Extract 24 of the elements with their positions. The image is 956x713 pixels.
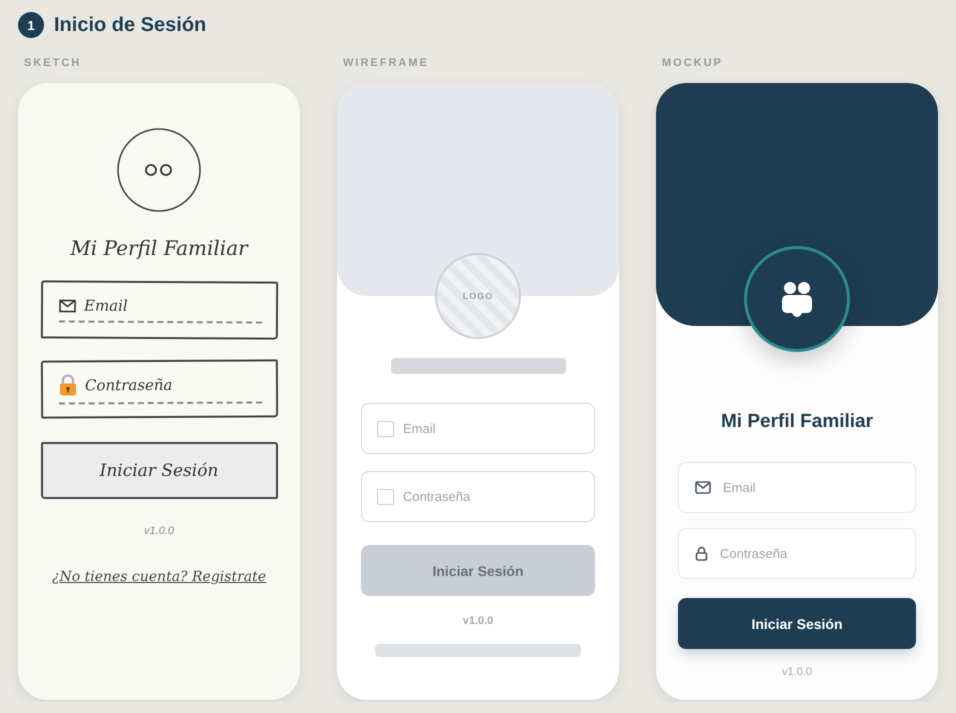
section-title: Inicio de Sesión [54,14,206,36]
column-label: SKETCH [24,57,82,71]
app-title: Mi Perfil Familiar [720,411,874,433]
lock-icon [58,374,77,397]
app-title: Mi Perfil Familiar [70,236,248,260]
register-link[interactable]: ¿No tienes cuenta? Registrate [52,569,266,585]
version-text: v1.0.0 [462,615,494,627]
envelope-icon [695,481,711,494]
square-icon [377,488,394,504]
step-number: 1 [18,12,44,38]
square-icon [377,420,394,436]
email-field[interactable]: Email [40,280,278,340]
lock-icon [695,546,708,561]
login-button[interactable]: Iniciar Sesión [40,442,278,499]
version-text: v1.0.0 [144,525,174,537]
column-label: MOCKUP [662,57,724,71]
family-icon [780,281,814,317]
logo-icon [117,128,201,212]
envelope-icon [58,298,76,312]
logo-text: LOGO [462,291,494,301]
version-text: v1.0.0 [782,666,812,678]
password-field[interactable]: Contraseña [40,359,278,419]
column-label: WIREFRAME [343,57,430,71]
login-button[interactable]: Iniciar Sesión [678,598,916,649]
